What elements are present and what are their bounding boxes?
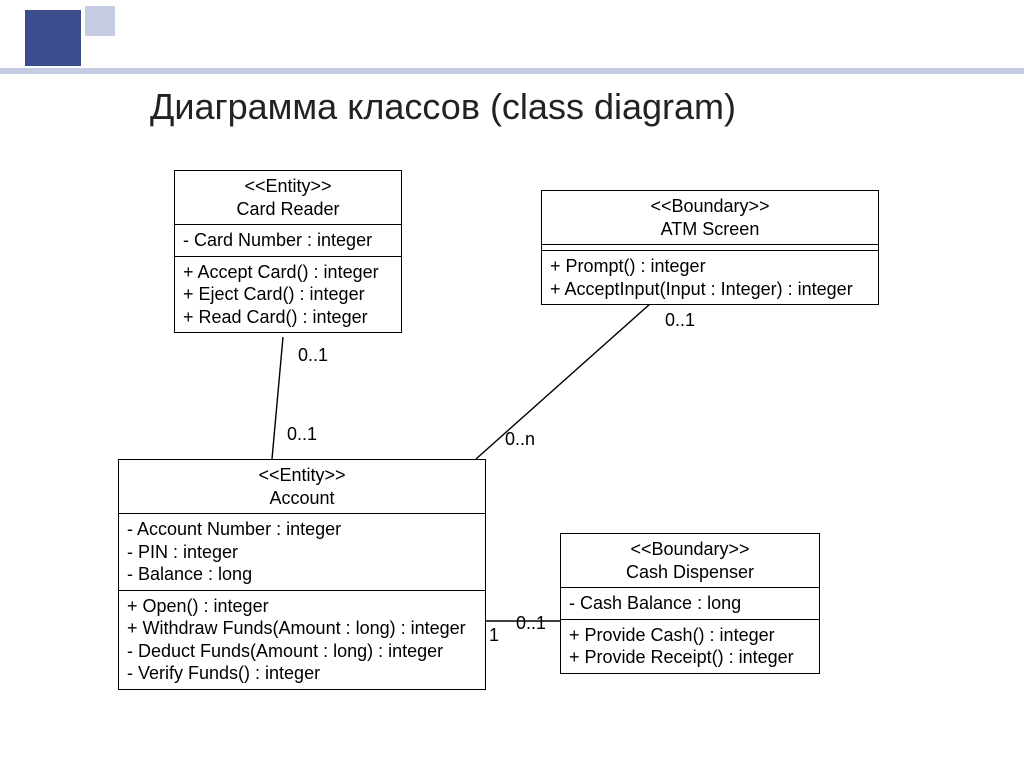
- operations: + Open() : integer + Withdraw Funds(Amou…: [119, 591, 485, 689]
- class-name: Cash Dispenser: [567, 561, 813, 584]
- operation: - Deduct Funds(Amount : long) : integer: [127, 640, 477, 663]
- stereotype: <<Boundary>>: [567, 538, 813, 561]
- operation: + Provide Receipt() : integer: [569, 646, 811, 669]
- operation: + Withdraw Funds(Amount : long) : intege…: [127, 617, 477, 640]
- class-account: <<Entity>> Account - Account Number : in…: [118, 459, 486, 690]
- class-name: ATM Screen: [548, 218, 872, 241]
- class-header: <<Entity>> Account: [119, 460, 485, 514]
- class-header: <<Boundary>> ATM Screen: [542, 191, 878, 245]
- class-card-reader: <<Entity>> Card Reader - Card Number : i…: [174, 170, 402, 333]
- slide: Диаграмма классов (class diagram) <<Enti…: [0, 0, 1024, 768]
- multiplicity-label: 0..1: [298, 345, 328, 366]
- attribute: - Account Number : integer: [127, 518, 477, 541]
- attributes: - Cash Balance : long: [561, 588, 819, 620]
- operations: + Prompt() : integer + AcceptInput(Input…: [542, 251, 878, 304]
- operation: + Read Card() : integer: [183, 306, 393, 329]
- attribute: - Balance : long: [127, 563, 477, 586]
- operations: + Provide Cash() : integer + Provide Rec…: [561, 620, 819, 673]
- operation: + Open() : integer: [127, 595, 477, 618]
- stereotype: <<Entity>>: [125, 464, 479, 487]
- class-cash-dispenser: <<Boundary>> Cash Dispenser - Cash Balan…: [560, 533, 820, 674]
- class-atm-screen: <<Boundary>> ATM Screen + Prompt() : int…: [541, 190, 879, 305]
- operation: - Verify Funds() : integer: [127, 662, 477, 685]
- operations: + Accept Card() : integer + Eject Card()…: [175, 257, 401, 333]
- diagram-canvas: <<Entity>> Card Reader - Card Number : i…: [0, 0, 1024, 768]
- attributes: - Account Number : integer - PIN : integ…: [119, 514, 485, 591]
- attribute: - Cash Balance : long: [569, 592, 811, 615]
- operation: + Eject Card() : integer: [183, 283, 393, 306]
- operation: + Prompt() : integer: [550, 255, 870, 278]
- class-header: <<Boundary>> Cash Dispenser: [561, 534, 819, 588]
- stereotype: <<Boundary>>: [548, 195, 872, 218]
- multiplicity-label: 0..1: [516, 613, 546, 634]
- multiplicity-label: 0..n: [505, 429, 535, 450]
- operation: + AcceptInput(Input : Integer) : integer: [550, 278, 870, 301]
- attribute: - PIN : integer: [127, 541, 477, 564]
- class-name: Account: [125, 487, 479, 510]
- class-name: Card Reader: [181, 198, 395, 221]
- multiplicity-label: 1: [489, 625, 499, 646]
- attribute: - Card Number : integer: [183, 229, 393, 252]
- multiplicity-label: 0..1: [287, 424, 317, 445]
- multiplicity-label: 0..1: [665, 310, 695, 331]
- assoc-atmscreen-account: [476, 295, 660, 459]
- operation: + Provide Cash() : integer: [569, 624, 811, 647]
- class-header: <<Entity>> Card Reader: [175, 171, 401, 225]
- stereotype: <<Entity>>: [181, 175, 395, 198]
- operation: + Accept Card() : integer: [183, 261, 393, 284]
- attributes: - Card Number : integer: [175, 225, 401, 257]
- assoc-cardreader-account: [272, 337, 283, 459]
